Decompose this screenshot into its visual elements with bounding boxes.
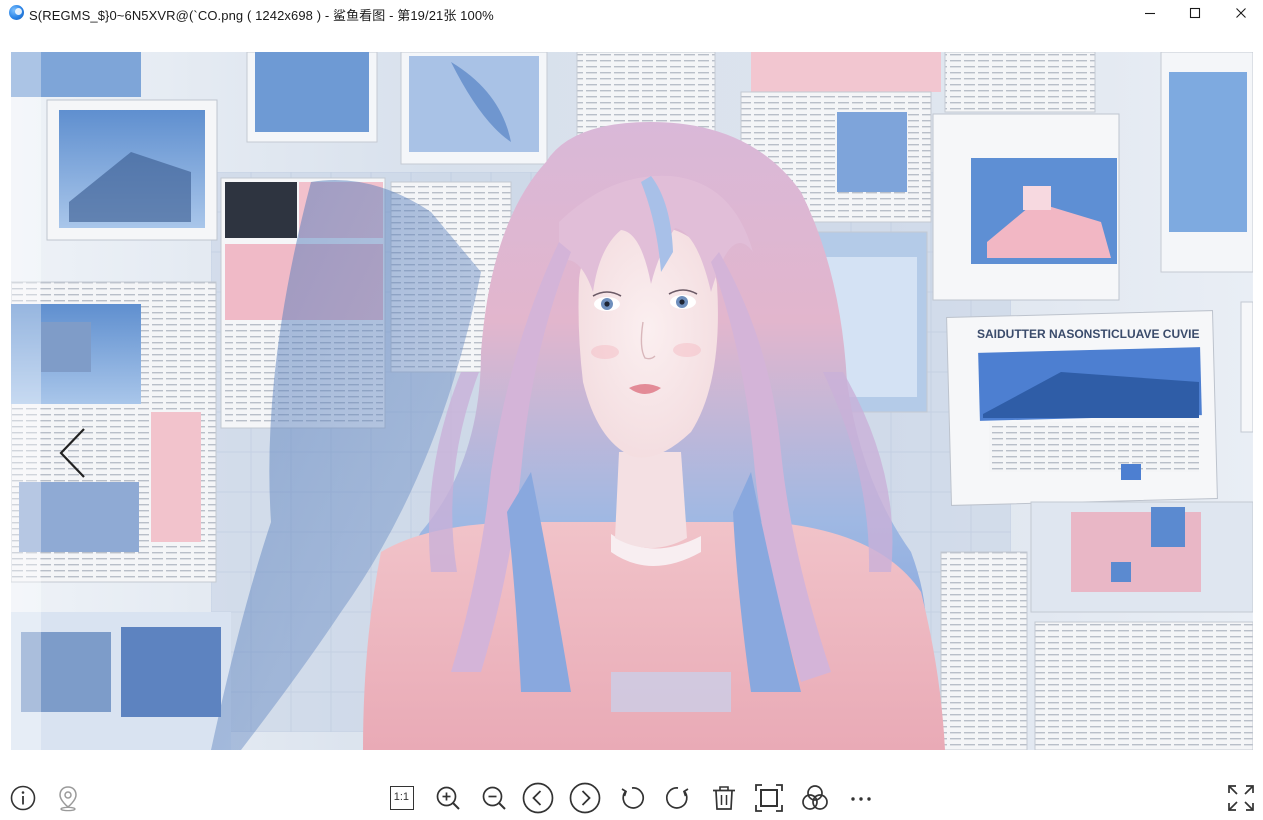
minimize-button[interactable] [1127, 0, 1173, 26]
zoom-out-button[interactable] [478, 782, 510, 814]
previous-image-button[interactable] [522, 782, 554, 814]
next-image-icon [569, 782, 601, 814]
fullscreen-icon [1228, 785, 1254, 811]
window-title: S(REGMS_$}0~6N5XVR@(`CO.png ( 1242x698 )… [29, 8, 494, 23]
fullscreen-button[interactable] [1225, 782, 1257, 814]
crop-button[interactable] [753, 782, 785, 814]
more-icon [851, 797, 871, 801]
rotate-left-button[interactable] [616, 782, 648, 814]
more-button[interactable] [845, 782, 877, 814]
title-bar[interactable]: S(REGMS_$}0~6N5XVR@(`CO.png ( 1242x698 )… [0, 0, 1263, 26]
bottom-toolbar: 1:1 [0, 774, 1263, 820]
app-logo-icon [9, 5, 24, 20]
close-button[interactable] [1218, 0, 1263, 26]
displayed-image: SAIDUTTER NASONSTICLUAVE CUVIE [11, 52, 1253, 750]
actual-size-label: 1:1 [393, 791, 410, 804]
zoom-in-icon [436, 786, 460, 810]
minimize-icon [1145, 12, 1155, 15]
filters-icon [802, 785, 828, 810]
maximize-button[interactable] [1172, 0, 1218, 26]
rotate-right-button[interactable] [662, 782, 694, 814]
info-button[interactable] [7, 782, 39, 814]
actual-size-button[interactable]: 1:1 [386, 782, 418, 814]
next-image-button[interactable] [569, 782, 601, 814]
maximize-icon [1189, 7, 1201, 19]
location-button[interactable] [52, 782, 84, 814]
trash-icon [713, 786, 735, 810]
close-icon [1236, 8, 1246, 18]
delete-button[interactable] [708, 782, 740, 814]
image-viewer-window: S(REGMS_$}0~6N5XVR@(`CO.png ( 1242x698 )… [0, 0, 1263, 820]
zoom-out-icon [482, 786, 506, 810]
previous-image-arrow[interactable] [51, 424, 95, 482]
image-canvas[interactable]: SAIDUTTER NASONSTICLUAVE CUVIE [11, 52, 1253, 750]
previous-image-icon [522, 782, 554, 814]
rotate-left-icon [621, 787, 645, 809]
rotate-right-icon [665, 787, 689, 809]
filters-button[interactable] [799, 782, 831, 814]
info-icon [10, 785, 36, 811]
chevron-left-icon [59, 428, 85, 478]
zoom-in-button[interactable] [432, 782, 464, 814]
image-headline-text: SAIDUTTER NASONSTICLUAVE CUVIE [977, 327, 1199, 341]
crop-frame-icon [755, 784, 783, 812]
actual-size-icon: 1:1 [390, 786, 414, 810]
location-pin-icon [59, 786, 77, 812]
